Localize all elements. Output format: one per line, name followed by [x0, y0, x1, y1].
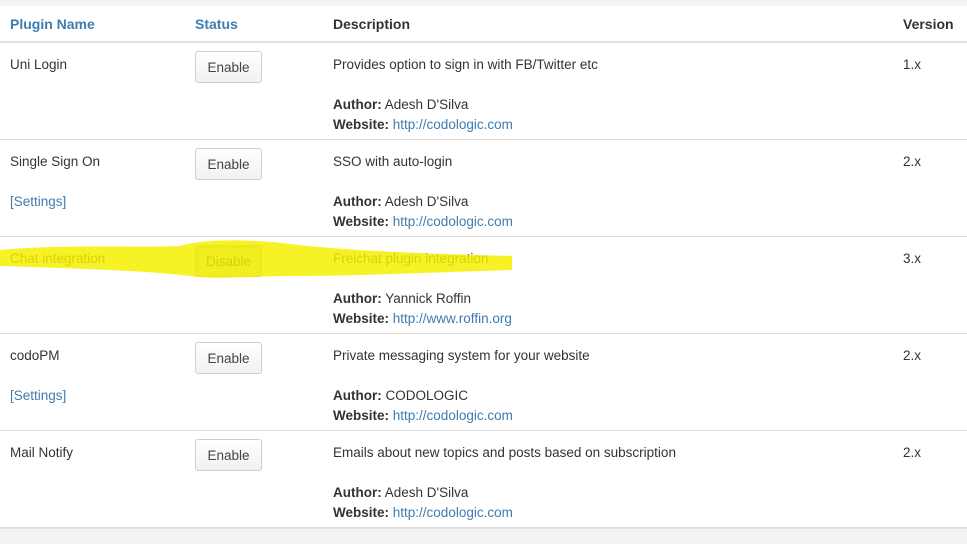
website-link[interactable]: http://codologic.com [393, 117, 513, 132]
plugins-panel: Plugin Name Status Description Version U… [0, 6, 967, 529]
plugin-name: Mail Notify [10, 445, 74, 460]
plugin-version: 1.x [903, 57, 922, 72]
plugin-status-cell: Enable [185, 139, 323, 237]
website-line: Website: http://codologic.com [333, 503, 883, 523]
header-status[interactable]: Status [185, 6, 323, 43]
plugin-description: Private messaging system for your websit… [333, 348, 590, 363]
plugin-status-cell: Enable [185, 430, 323, 528]
settings-link[interactable]: [Settings] [10, 386, 175, 406]
plugins-table: Plugin Name Status Description Version U… [0, 6, 967, 528]
website-line: Website: http://codologic.com [333, 406, 883, 426]
author-line: Author: Adesh D'Silva [333, 483, 883, 503]
plugin-version-cell: 1.x [893, 42, 967, 140]
plugin-status-cell: Disable [185, 236, 323, 334]
plugin-name-cell: Mail Notify [0, 430, 185, 528]
website-label: Website: [333, 214, 390, 229]
author-label: Author: [333, 388, 382, 403]
plugin-version-cell: 2.x [893, 430, 967, 528]
plugin-description-cell: Emails about new topics and posts based … [323, 430, 893, 528]
website-label: Website: [333, 117, 390, 132]
author-label: Author: [333, 97, 382, 112]
plugin-version: 2.x [903, 348, 922, 363]
author-line: Author: Yannick Roffin [333, 289, 883, 309]
enable-button[interactable]: Enable [195, 148, 262, 180]
website-label: Website: [333, 408, 390, 423]
author-line: Author: CODOLOGIC [333, 386, 883, 406]
website-link[interactable]: http://www.roffin.org [393, 311, 512, 326]
plugin-name: Single Sign On [10, 154, 101, 169]
plugin-name-cell: Single Sign On [Settings] [0, 139, 185, 237]
enable-button[interactable]: Enable [195, 342, 262, 374]
website-line: Website: http://codologic.com [333, 212, 883, 232]
plugin-description: Provides option to sign in with FB/Twitt… [333, 57, 598, 72]
website-label: Website: [333, 505, 390, 520]
plugin-version: 2.x [903, 154, 922, 169]
plugin-version-cell: 2.x [893, 139, 967, 237]
table-header-row: Plugin Name Status Description Version [0, 6, 967, 43]
settings-link[interactable]: [Settings] [10, 192, 175, 212]
plugin-name: Uni Login [10, 57, 68, 72]
plugin-version-cell: 2.x [893, 333, 967, 431]
website-label: Website: [333, 311, 390, 326]
plugin-description: Freichat plugin integration [333, 251, 489, 266]
plugin-name-cell: codoPM [Settings] [0, 333, 185, 431]
table-row: Mail Notify Enable Emails about new topi… [0, 430, 967, 528]
header-description: Description [323, 6, 893, 43]
author-label: Author: [333, 194, 382, 209]
plugin-version: 2.x [903, 445, 922, 460]
plugin-name: Chat integration [10, 251, 106, 266]
author-name: CODOLOGIC [385, 388, 469, 403]
plugin-description-cell: Freichat plugin integration Author: Yann… [323, 236, 893, 334]
plugin-description-cell: SSO with auto-login Author: Adesh D'Silv… [323, 139, 893, 237]
plugin-description-cell: Private messaging system for your websit… [323, 333, 893, 431]
website-link[interactable]: http://codologic.com [393, 214, 513, 229]
enable-button[interactable]: Enable [195, 51, 262, 83]
table-row: Uni Login Enable Provides option to sign… [0, 42, 967, 140]
author-name: Yannick Roffin [385, 291, 472, 306]
website-link[interactable]: http://codologic.com [393, 505, 513, 520]
plugin-name-cell: Chat integration [0, 236, 185, 334]
author-name: Adesh D'Silva [384, 485, 469, 500]
table-row: codoPM [Settings] Enable Private messagi… [0, 333, 967, 431]
website-link[interactable]: http://codologic.com [393, 408, 513, 423]
plugin-version-cell: 3.x [893, 236, 967, 334]
enable-button[interactable]: Enable [195, 439, 262, 471]
author-label: Author: [333, 485, 382, 500]
author-line: Author: Adesh D'Silva [333, 95, 883, 115]
author-line: Author: Adesh D'Silva [333, 192, 883, 212]
plugin-description: SSO with auto-login [333, 154, 453, 169]
plugin-name: codoPM [10, 348, 60, 363]
plugin-description-cell: Provides option to sign in with FB/Twitt… [323, 42, 893, 140]
website-line: Website: http://www.roffin.org [333, 309, 883, 329]
author-name: Adesh D'Silva [384, 194, 469, 209]
plugin-status-cell: Enable [185, 42, 323, 140]
header-plugin-name[interactable]: Plugin Name [0, 6, 185, 43]
plugin-description: Emails about new topics and posts based … [333, 445, 676, 460]
header-version: Version [893, 6, 967, 43]
disable-button[interactable]: Disable [195, 245, 262, 277]
plugin-name-cell: Uni Login [0, 42, 185, 140]
author-label: Author: [333, 291, 382, 306]
plugin-status-cell: Enable [185, 333, 323, 431]
table-row: Chat integration Disable Freichat plugin… [0, 236, 967, 334]
website-line: Website: http://codologic.com [333, 115, 883, 135]
plugin-version: 3.x [903, 251, 922, 266]
author-name: Adesh D'Silva [384, 97, 469, 112]
table-row: Single Sign On [Settings] Enable SSO wit… [0, 139, 967, 237]
